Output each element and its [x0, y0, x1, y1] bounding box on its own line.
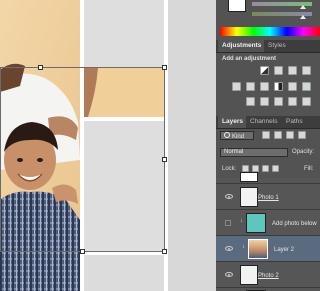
layer-row-photo-2[interactable]: Photo 2 — [216, 262, 320, 288]
blend-mode-select[interactable]: Normal — [220, 148, 288, 157]
tab-channels[interactable]: Channels — [246, 116, 282, 128]
vibrance-icon[interactable] — [232, 82, 241, 91]
hue-saturation-icon[interactable] — [246, 82, 255, 91]
foreground-swatch[interactable] — [228, 0, 246, 12]
photoshop-workspace: Adjustments Styles Add an adjustment Lay… — [0, 0, 320, 291]
exposure-icon[interactable] — [302, 66, 311, 75]
layer-thumbnail — [246, 213, 266, 233]
threshold-icon[interactable] — [274, 97, 283, 106]
layer-thumbnail — [240, 265, 258, 285]
tab-adjustments[interactable]: Adjustments — [218, 40, 264, 52]
visibility-eye-icon[interactable] — [225, 194, 233, 199]
layers-list: Photo 1 ↓ Add photo below ↓ Layer 2 Phot… — [216, 172, 320, 291]
spectrum-bar[interactable] — [220, 27, 320, 36]
lock-all-icon[interactable] — [272, 165, 279, 172]
layer-name[interactable]: Photo 2 — [258, 273, 279, 279]
filter-shape-icon[interactable] — [298, 131, 306, 139]
layer-row-photo-1[interactable]: Photo 1 — [216, 184, 320, 210]
lock-transparent-icon[interactable] — [242, 165, 249, 172]
tab-layers[interactable]: Layers — [218, 116, 246, 128]
template-cell-far-right — [168, 0, 216, 291]
blend-mode-value: Normal — [224, 149, 244, 155]
layer-row-layer-2[interactable]: ↓ Layer 2 — [216, 236, 320, 262]
add-adjustment-label: Add an adjustment — [222, 56, 277, 62]
fill-label: Fill: — [304, 166, 314, 172]
levels-icon[interactable] — [274, 66, 283, 75]
invert-icon[interactable] — [246, 97, 255, 106]
visibility-eye-icon[interactable] — [225, 272, 233, 277]
layers-tabbar: Layers Channels Paths — [216, 116, 320, 129]
search-icon — [224, 132, 230, 138]
slider-thumb-icon[interactable] — [300, 5, 306, 9]
filter-kind-value: Kind — [232, 134, 245, 140]
color-panel — [216, 0, 320, 40]
opacity-label: Opacity: — [292, 149, 315, 155]
curves-icon[interactable] — [288, 66, 297, 75]
layer-name[interactable]: Layer 2 — [274, 247, 294, 253]
selective-color-icon[interactable] — [302, 97, 311, 106]
filter-adjustment-icon[interactable] — [274, 131, 282, 139]
layer-row-add-photo-below[interactable]: ↓ Add photo below — [216, 210, 320, 236]
gradient-map-icon[interactable] — [288, 97, 297, 106]
clip-arrow-icon: ↓ — [240, 218, 243, 224]
filter-kind-select[interactable]: Kind — [220, 131, 254, 140]
transform-handle-bottom-middle[interactable] — [80, 249, 85, 254]
transform-bounding-box[interactable] — [0, 67, 165, 252]
layer-thumbnail — [240, 172, 258, 182]
slider-thumb-icon[interactable] — [300, 15, 306, 19]
channel-mixer-icon[interactable] — [302, 82, 311, 91]
filter-pixel-icon[interactable] — [262, 131, 270, 139]
transform-handle-middle-right[interactable] — [162, 157, 167, 162]
brightness-contrast-icon[interactable] — [260, 66, 269, 75]
transform-handle-top-right[interactable] — [162, 65, 167, 70]
tab-styles[interactable]: Styles — [264, 40, 292, 52]
lock-paint-icon[interactable] — [252, 165, 259, 172]
lock-move-icon[interactable] — [262, 165, 269, 172]
posterize-icon[interactable] — [260, 97, 269, 106]
transform-handle-top-left[interactable] — [38, 65, 43, 70]
layer-thumbnail — [240, 187, 258, 207]
lock-label: Lock: — [222, 166, 237, 172]
color-balance-icon[interactable] — [260, 82, 269, 91]
layer-thumbnail — [248, 239, 268, 259]
tab-paths[interactable]: Paths — [282, 116, 308, 128]
visibility-empty-box[interactable] — [225, 220, 231, 226]
adjustments-tabbar: Adjustments Styles — [216, 40, 320, 53]
transform-handle-bottom-right[interactable] — [162, 249, 167, 254]
document-canvas[interactable] — [0, 0, 216, 291]
filter-type-icon[interactable] — [286, 131, 294, 139]
black-white-icon[interactable] — [274, 82, 283, 91]
layer-name[interactable]: Add photo below — [272, 221, 317, 227]
visibility-eye-icon[interactable] — [225, 246, 233, 251]
photo-filter-icon[interactable] — [288, 82, 297, 91]
clip-arrow-icon: ↓ — [242, 244, 245, 250]
layer-name[interactable]: Photo 1 — [258, 195, 279, 201]
right-panel: Adjustments Styles Add an adjustment Lay… — [216, 0, 320, 291]
